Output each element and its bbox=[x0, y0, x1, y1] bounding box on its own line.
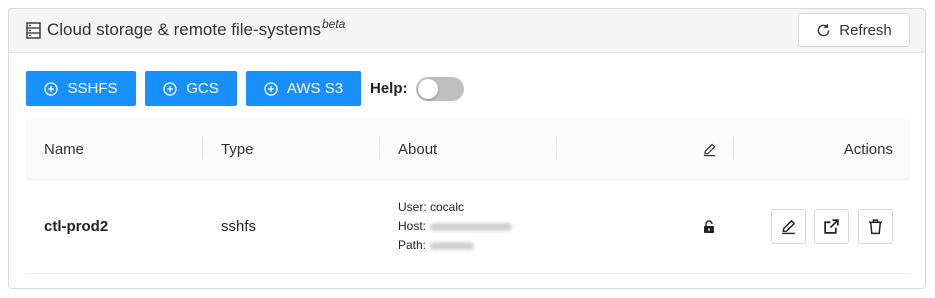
about-path: Path: bbox=[398, 236, 475, 255]
open-button[interactable] bbox=[814, 209, 849, 244]
column-header-name[interactable]: Name bbox=[44, 119, 84, 179]
unlock-icon[interactable] bbox=[702, 219, 716, 234]
column-header-edit bbox=[702, 119, 717, 179]
refresh-icon bbox=[817, 23, 830, 36]
add-sshfs-button[interactable]: SSHFS bbox=[26, 71, 136, 106]
column-header-actions: Actions bbox=[843, 140, 893, 158]
title-text: Cloud storage & remote file-systems bbox=[47, 20, 321, 39]
redacted-path bbox=[430, 241, 475, 250]
edit-icon bbox=[782, 220, 795, 235]
card-header: Cloud storage & remote file-systems beta … bbox=[9, 9, 925, 53]
toggle-knob bbox=[417, 78, 438, 99]
column-header-type[interactable]: Type bbox=[221, 119, 254, 179]
plus-circle-icon bbox=[44, 81, 59, 96]
gcs-label: GCS bbox=[186, 80, 219, 97]
delete-button[interactable] bbox=[858, 209, 893, 244]
redacted-host bbox=[430, 222, 513, 231]
edit-icon bbox=[703, 143, 716, 156]
help-label: Help: bbox=[370, 80, 408, 97]
row-type: sshfs bbox=[221, 218, 257, 235]
table-row: ctl-prod2 sshfs User: cocalc Host: Path: bbox=[26, 180, 910, 274]
refresh-button[interactable]: Refresh bbox=[798, 13, 910, 47]
plus-circle-icon bbox=[264, 81, 278, 96]
edit-button[interactable] bbox=[771, 209, 806, 244]
cloud-storage-card: Cloud storage & remote file-systems beta … bbox=[8, 8, 926, 289]
toolbar: SSHFS GCS AWS S3 Help: bbox=[26, 71, 464, 106]
about-host-label: Host: bbox=[398, 219, 427, 233]
column-divider bbox=[379, 137, 380, 159]
row-about: User: cocalc Host: Path: bbox=[398, 180, 513, 273]
about-host: Host: bbox=[398, 217, 513, 236]
about-user: User: cocalc bbox=[398, 200, 465, 214]
add-aws-s3-button[interactable]: AWS S3 bbox=[246, 71, 361, 106]
add-gcs-button[interactable]: GCS bbox=[145, 71, 237, 106]
column-header-about[interactable]: About bbox=[398, 119, 437, 179]
lock-cell bbox=[702, 180, 716, 273]
help-toggle[interactable] bbox=[415, 76, 464, 101]
filesystems-table: Name Type About Actions ctl-prod2 sshfs … bbox=[26, 119, 910, 274]
column-divider bbox=[556, 137, 557, 159]
sshfs-label: SSHFS bbox=[67, 80, 118, 97]
server-icon bbox=[26, 21, 41, 39]
table-header: Name Type About Actions bbox=[26, 119, 910, 180]
about-path-label: Path: bbox=[398, 238, 427, 252]
trash-icon bbox=[869, 219, 882, 235]
page-title: Cloud storage & remote file-systems beta bbox=[26, 17, 346, 40]
column-divider bbox=[202, 137, 203, 159]
refresh-label: Refresh bbox=[839, 21, 892, 39]
column-divider bbox=[733, 137, 734, 159]
external-link-icon bbox=[824, 219, 839, 234]
row-name: ctl-prod2 bbox=[44, 218, 109, 235]
plus-circle-icon bbox=[163, 81, 177, 96]
aws-s3-label: AWS S3 bbox=[286, 80, 344, 97]
beta-label: beta bbox=[322, 17, 346, 31]
